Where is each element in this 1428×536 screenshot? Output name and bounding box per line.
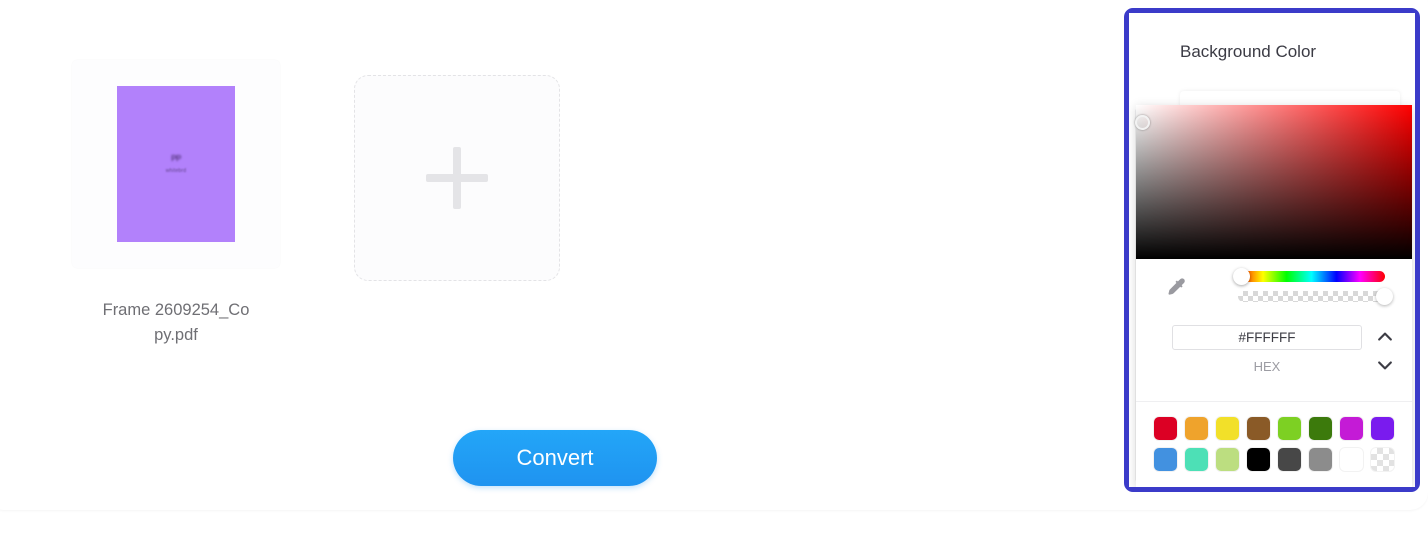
color-swatch[interactable] (1309, 448, 1332, 471)
background-color-panel-inner: Background Color #FFFFFF HEX (1129, 13, 1415, 487)
file-thumbnail-card[interactable]: PP whitebrd (72, 60, 280, 268)
color-swatch[interactable] (1154, 448, 1177, 471)
hex-input[interactable] (1172, 325, 1362, 350)
panel-title: Background Color (1180, 42, 1317, 61)
convert-button[interactable]: Convert (453, 430, 657, 486)
picker-slider-row (1136, 259, 1412, 317)
hex-format-label: HEX (1253, 359, 1281, 374)
swatch-row-1 (1154, 417, 1394, 440)
color-swatch[interactable] (1278, 417, 1301, 440)
chevron-down-icon (1378, 361, 1392, 370)
swatch-row-2 (1154, 448, 1394, 471)
color-swatch[interactable] (1247, 448, 1270, 471)
hue-slider[interactable] (1233, 268, 1385, 285)
hex-input-row: HEX (1136, 317, 1412, 401)
color-swatch[interactable] (1185, 448, 1208, 471)
convert-button-row: Convert (0, 430, 1110, 486)
color-swatch[interactable] (1309, 417, 1332, 440)
color-swatch[interactable] (1247, 417, 1270, 440)
file-name-label: Frame 2609254_Copy.pdf (102, 301, 250, 344)
saturation-handle[interactable] (1135, 115, 1150, 130)
file-item[interactable]: PP whitebrd Frame 2609254_Copy.pdf (72, 60, 280, 348)
plus-icon (426, 147, 488, 209)
color-swatch-palette (1136, 401, 1412, 471)
color-swatch[interactable] (1278, 448, 1301, 471)
app-root: PP whitebrd Frame 2609254_Copy.pdf Conve… (0, 0, 1428, 536)
file-thumbnail-page: PP whitebrd (117, 86, 235, 242)
add-file-button[interactable] (354, 75, 560, 281)
thumbnail-heading-text: PP (171, 154, 181, 163)
color-format-stepper[interactable] (1374, 327, 1396, 375)
alpha-slider[interactable] (1238, 288, 1393, 305)
color-swatch[interactable] (1340, 417, 1363, 440)
saturation-value-area[interactable] (1135, 105, 1412, 259)
file-strip: PP whitebrd Frame 2609254_Copy.pdf (0, 60, 1110, 360)
color-swatch[interactable] (1371, 417, 1394, 440)
color-swatch[interactable] (1154, 417, 1177, 440)
thumbnail-body-text: whitebrd (165, 168, 187, 174)
hue-slider-handle[interactable] (1233, 268, 1250, 285)
alpha-slider-handle[interactable] (1376, 288, 1393, 305)
color-swatch[interactable] (1185, 417, 1208, 440)
color-swatch[interactable] (1216, 417, 1239, 440)
background-color-panel: Background Color #FFFFFF HEX (1124, 8, 1420, 492)
color-picker-popup: HEX (1135, 105, 1412, 487)
color-swatch[interactable] (1216, 448, 1239, 471)
eyedropper-icon[interactable] (1164, 275, 1190, 301)
color-swatch[interactable] (1371, 448, 1394, 471)
color-swatch[interactable] (1340, 448, 1363, 471)
chevron-up-icon (1378, 332, 1392, 341)
